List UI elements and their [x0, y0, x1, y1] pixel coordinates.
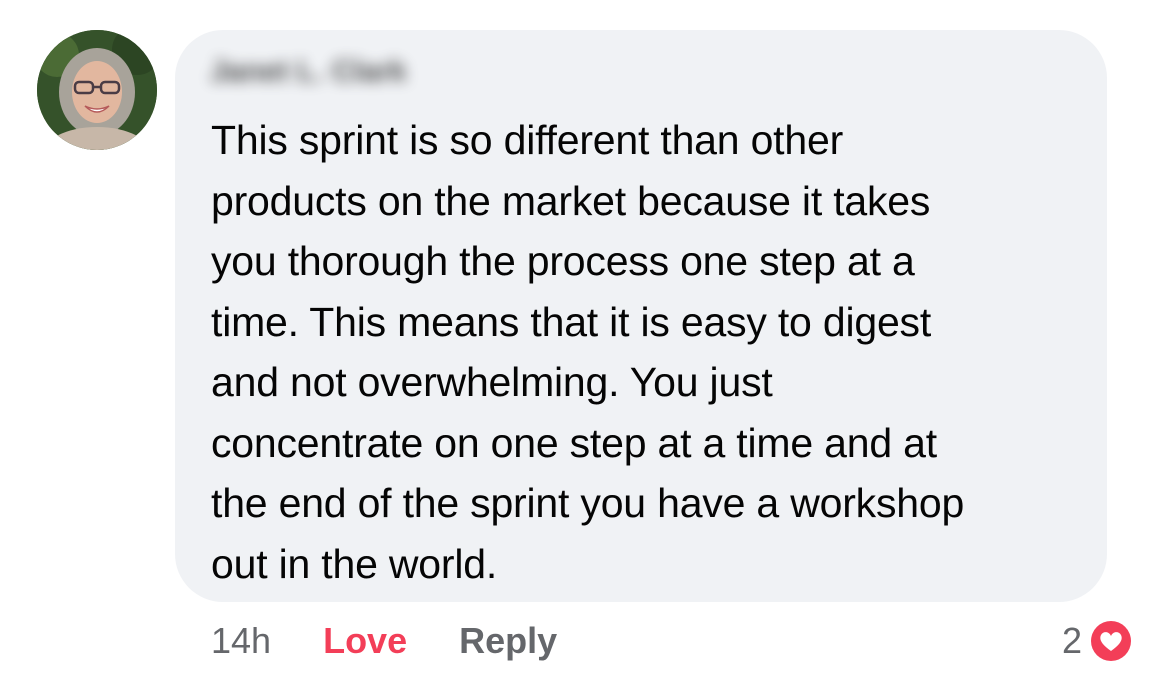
avatar-image — [37, 30, 157, 150]
comment-author-name[interactable]: Janet L. Clark — [210, 55, 407, 89]
reaction-count: 2 — [1061, 620, 1082, 661]
comment-text: This sprint is so different than other p… — [211, 117, 965, 587]
love-button[interactable]: Love — [323, 620, 407, 662]
comment-actions: 14h Love Reply — [211, 618, 557, 664]
avatar[interactable] — [37, 30, 157, 150]
reply-button[interactable]: Reply — [459, 620, 557, 662]
reaction-summary[interactable]: 2 — [1062, 617, 1134, 665]
comment-timestamp[interactable]: 14h — [211, 620, 271, 662]
heart-icon — [1089, 619, 1133, 663]
